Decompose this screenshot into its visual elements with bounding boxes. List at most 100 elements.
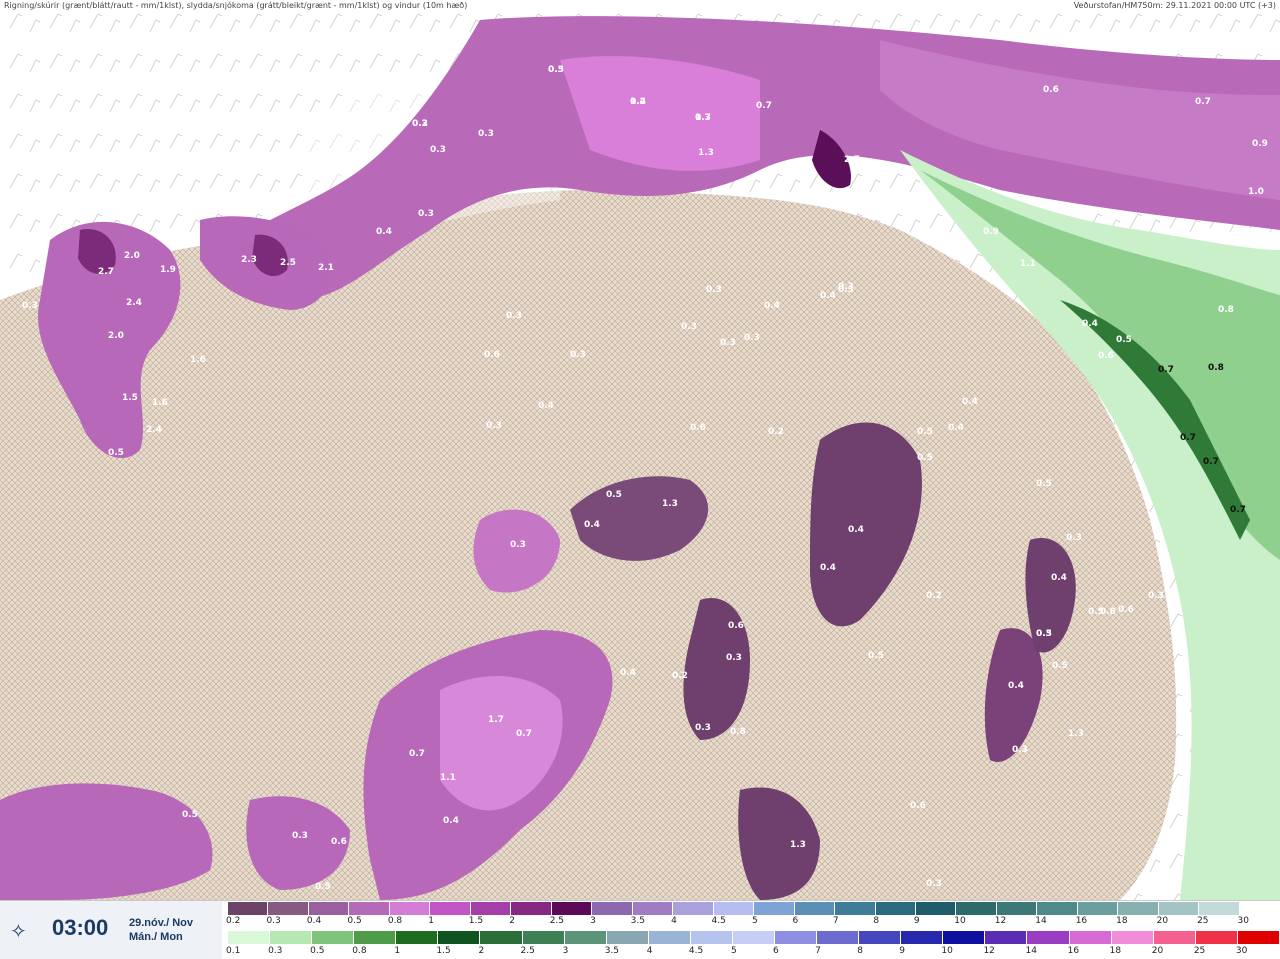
snow-color-scale [228, 902, 1280, 915]
snow-scale-swatch [1239, 902, 1280, 915]
rain-scale-label: 25 [1193, 946, 1206, 956]
snow-scale-label: 7 [832, 916, 839, 926]
rain-scale-label: 1 [394, 946, 401, 956]
weather-map: 0.5 0.3 1.4 1.7 0.7 0.6 0.7 0.7 0.9 1.0 0.3 1.3 2.7 0… [0, 0, 1280, 900]
precip-value-label: 0.6 [331, 837, 347, 847]
precip-value-label: 0.3 [681, 322, 697, 332]
rain-scale-swatch [1111, 931, 1154, 944]
rain-scale-swatch [1153, 931, 1196, 944]
precip-value-label: 0.7 [1230, 505, 1246, 515]
precip-value-label: 0.8 [1100, 607, 1116, 617]
precip-value-label: 0.3 [418, 209, 434, 219]
snow-scale-label: 9 [913, 916, 920, 926]
precip-value-label: 0.2 [926, 591, 942, 601]
precip-value-label: 0.4 [948, 423, 964, 433]
rain-scale-label: 30 [1235, 946, 1248, 956]
precip-value-label: 0.3 [695, 113, 711, 123]
snow-scale-label: 18 [1116, 916, 1128, 926]
precip-value-label: 0.2 [768, 427, 784, 437]
snow-scale-label: 1 [428, 916, 435, 926]
rain-scale-label: 5 [730, 946, 737, 956]
snow-scale-label: 14 [1035, 916, 1047, 926]
snow-scale-label: 25 [1197, 916, 1209, 926]
precip-value-label: 0.3 [486, 421, 502, 431]
snow-scale-swatch [1158, 902, 1200, 915]
snow-scale-swatch [470, 902, 512, 915]
snow-scale-swatch [228, 902, 269, 915]
legend-footer: ✧ 03:00 29.nóv./ Nov Mán./ Mon 0.2 0.3 0.4… [0, 900, 1280, 959]
rain-scale-label: 0.1 [226, 946, 241, 956]
precip-value-label: 1.7 [488, 715, 504, 725]
precip-value-label: 2.5 [280, 258, 296, 268]
precip-value-label: 1.0 [922, 223, 938, 233]
precip-value-label: 0.4 [764, 301, 780, 311]
precip-value-label: 0.4 [538, 401, 554, 411]
rain-scale-label: 12 [983, 946, 995, 956]
snow-scale-swatch [1199, 902, 1240, 915]
precip-value-label: 0.6 [1043, 85, 1059, 95]
precip-value-label: 0.3 [292, 831, 308, 841]
map-title: Rigning/skúrir (grænt/blátt/rautt - mm/1… [4, 1, 468, 10]
precip-value-label: 0.3 [706, 285, 722, 295]
precip-value-label: 0.4 [1008, 681, 1024, 691]
rain-scale-swatch [1195, 931, 1238, 944]
precip-value-label: 0.6 [484, 350, 500, 360]
precip-value-label: 0.3 [430, 145, 446, 155]
snow-scale-label: 0.8 [387, 916, 403, 926]
rain-scale-label: 20 [1151, 946, 1164, 956]
rain-scale-label: 3 [562, 946, 569, 956]
snow-scale-label: 8 [873, 916, 880, 926]
snow-scale-label: 3 [590, 916, 596, 926]
snow-scale-swatch [1037, 902, 1078, 915]
precip-value-label: 0.6 [1118, 605, 1134, 615]
snow-scale-swatch [996, 902, 1038, 915]
precip-value-label: 0.5 [917, 453, 933, 463]
rain-scale-swatch [817, 931, 860, 944]
precip-value-label: 0.7 [1245, 43, 1261, 53]
precip-value-label: 0.4 [584, 520, 600, 530]
precip-value-label: 0.6 [1098, 351, 1114, 361]
rain-scale-swatch [354, 931, 397, 944]
snow-scale-swatch [551, 902, 593, 915]
snow-scale-label: 16 [1075, 916, 1088, 926]
rain-scale-label: 0.5 [310, 946, 325, 956]
precip-value-label: 0.3 [1012, 745, 1028, 755]
rain-scale-label: 18 [1109, 946, 1122, 956]
precip-value-label: 0.7 [516, 729, 532, 739]
snow-scale-swatch [754, 902, 795, 915]
precip-value-label: 1.6 [152, 398, 168, 408]
forecast-time: 03:00 [52, 915, 109, 940]
precip-value-label: 0.6 [910, 801, 926, 811]
snow-scale-swatch [835, 902, 876, 915]
precip-value-label: 2.0 [124, 251, 140, 261]
rain-color-scale [228, 931, 1280, 944]
precip-value-label: 0.5 [868, 651, 884, 661]
precip-value-label: 0.9 [1252, 139, 1268, 149]
snow-scale-label: 1.5 [468, 916, 484, 926]
precip-value-label: 1.6 [190, 355, 206, 365]
precip-value-label: 0.2 [412, 119, 428, 129]
model-run-info: Veðurstofan/HM750m: 29.11.2021 00:00 UTC… [1073, 1, 1276, 10]
precip-value-label: 0.9 [983, 227, 999, 237]
precip-value-label: 1.1 [1020, 259, 1036, 269]
precip-value-label: 2.7 [98, 267, 114, 277]
rain-scale-swatch [1027, 931, 1070, 944]
snow-scale-swatch [308, 902, 350, 915]
precip-value-label: 0.2 [630, 97, 646, 107]
precip-value-label: 0.5 [917, 427, 933, 437]
snow-scale-label: 2 [509, 916, 515, 926]
compass-star-icon: ✧ [10, 919, 27, 943]
rain-scale-label: 3.5 [604, 946, 620, 956]
rain-scale-swatch [648, 931, 691, 944]
precip-value-label: 0.7 [1203, 457, 1219, 467]
map-header: Rigning/skúrir (grænt/blátt/rautt - mm/1… [0, 0, 1280, 14]
snow-scale-swatch [673, 902, 714, 915]
precip-value-label: 0.4 [820, 291, 836, 301]
precip-value-label: 0.4 [620, 668, 636, 678]
rain-scale-swatch [985, 931, 1028, 944]
rain-scale-label: 0.8 [352, 946, 367, 956]
precip-value-label: 0.3 [838, 285, 854, 295]
snow-scale-label: 10 [954, 916, 966, 926]
snow-scale-label: 30 [1237, 916, 1249, 926]
rain-scale-label: 4 [646, 946, 653, 956]
